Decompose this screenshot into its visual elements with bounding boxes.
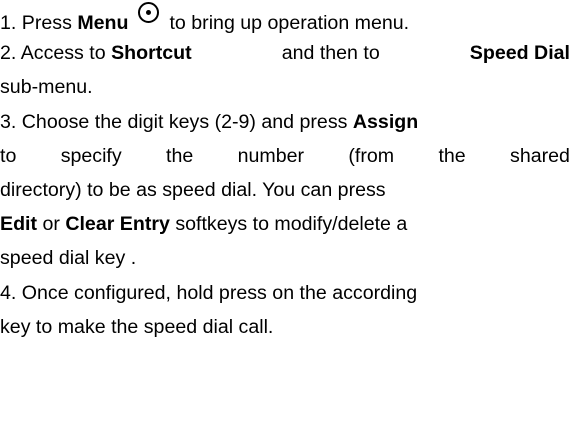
step-4-line-1-text: 4. Once configured, hold press on the ac… (0, 281, 418, 304)
step-4-line-1: 4. Once configured, hold press on the ac… (0, 276, 570, 310)
step-4-line-2-text: key to make the speed dial call. (0, 315, 274, 338)
step-1-line: 1. Press Menu to bring up operation menu. (0, 2, 570, 36)
word: specify (60, 144, 122, 167)
step-2-middle: and then to (281, 42, 380, 65)
step-2-line-2: sub-menu. (0, 70, 570, 104)
instruction-text: 1. Press Menu to bring up operation menu.… (0, 2, 570, 344)
step-3-or: or (37, 213, 66, 236)
step-1-suffix: to bring up operation menu. (169, 12, 410, 34)
step-4-line-2: key to make the speed dial call. (0, 310, 570, 344)
step-3-line-3: directory) to be as speed dial. You can … (0, 173, 570, 207)
step-2-line-1: 2. Access to Shortcut and then to Speed … (0, 36, 570, 70)
step-3-line-3-text: directory) to be as speed dial. You can … (0, 178, 386, 201)
step-3-line-4-suffix: softkeys to modify/delete a (169, 213, 408, 236)
step-1-prefix: 1. Press (0, 12, 78, 34)
word: the (166, 144, 194, 167)
menu-label: Menu (77, 12, 129, 34)
word: number (237, 144, 305, 167)
word: to (0, 144, 17, 167)
word: (from (348, 144, 395, 167)
word: shared (510, 144, 570, 167)
step-3-prefix: 3. Choose the digit keys (2-9) and press (0, 110, 353, 133)
shortcut-label: Shortcut (111, 42, 192, 65)
step-3-line-5: speed dial key . (0, 241, 570, 275)
step-3-line-5-text: speed dial key . (0, 247, 137, 270)
step-3-line-4: Edit or Clear Entry softkeys to modify/d… (0, 207, 570, 241)
edit-label: Edit (0, 213, 38, 236)
clear-entry-label: Clear Entry (65, 213, 170, 236)
speed-dial-label: Speed Dial (469, 42, 570, 65)
step-2-prefix: 2. Access to (0, 42, 112, 65)
assign-label: Assign (352, 110, 419, 133)
step-2-continuation: sub-menu. (0, 76, 93, 99)
menu-button-icon (138, 2, 160, 23)
step-3-line-1: 3. Choose the digit keys (2-9) and press… (0, 105, 570, 139)
step-3-line-2: to specify the number (from the shared (0, 139, 570, 173)
word: the (438, 144, 466, 167)
